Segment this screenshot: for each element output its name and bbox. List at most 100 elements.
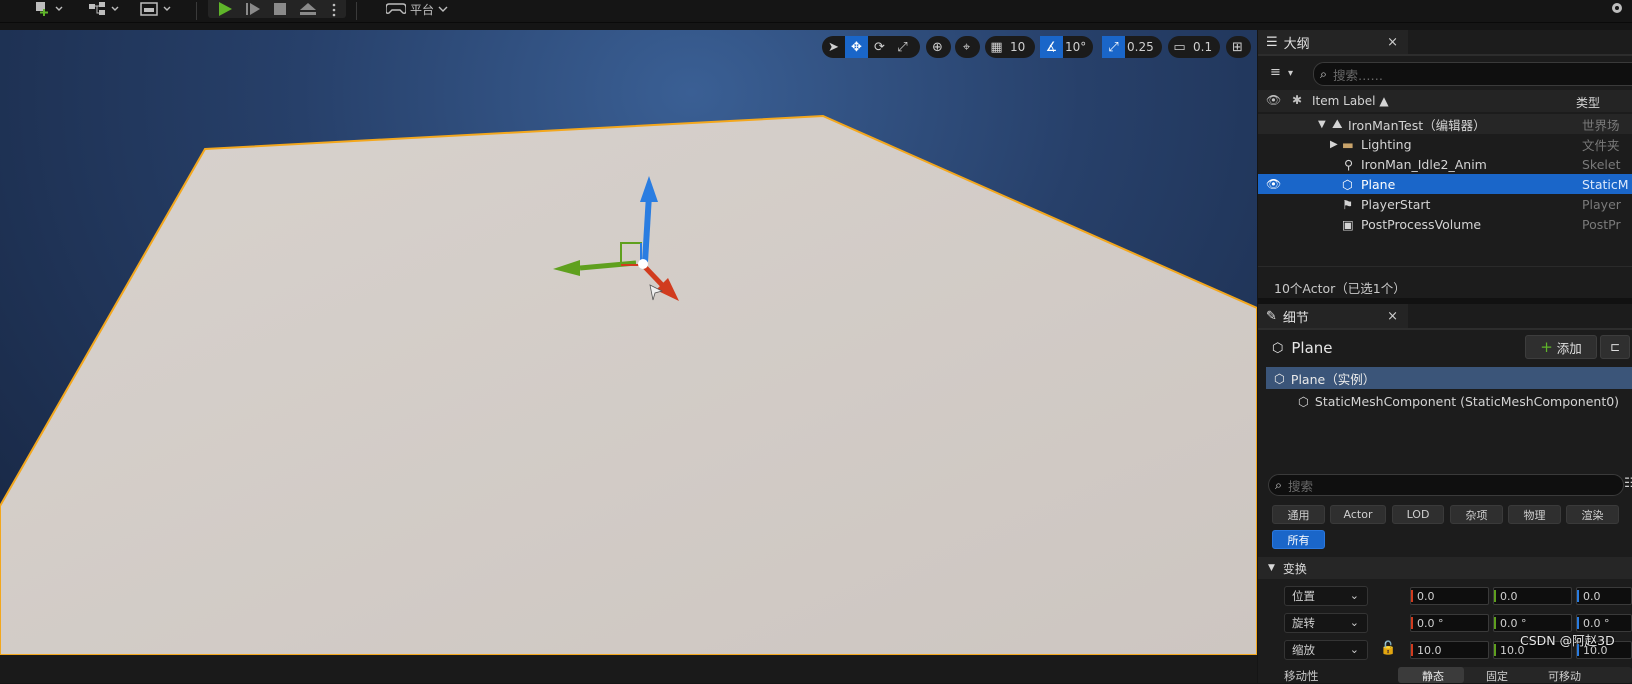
rotation-snap[interactable]: ∡ 10° xyxy=(1040,36,1093,58)
rotation-snap-value: 10° xyxy=(1065,40,1087,54)
mobility-stationary[interactable]: 固定 xyxy=(1486,668,1508,684)
viewport-scene xyxy=(0,114,1257,655)
platform-label: 平台 xyxy=(410,2,435,17)
world-icon: ⛰ xyxy=(1332,116,1343,131)
scale-x: 10.0 xyxy=(1417,643,1442,657)
filter-chip-rendering[interactable]: 渲染 xyxy=(1566,505,1619,524)
mobility-static[interactable]: 静态 xyxy=(1422,668,1444,684)
blueprint-convert-button[interactable]: ⊏ xyxy=(1600,335,1630,359)
camera-speed[interactable]: ▭ 0.1 xyxy=(1168,36,1220,58)
details-search-input[interactable]: ⌕ 搜索 xyxy=(1268,474,1624,496)
location-mode-dropdown[interactable]: 位置 ⌄ xyxy=(1284,586,1368,606)
rotation-z: 0.0 ° xyxy=(1583,616,1610,630)
right-panel: ☰ 大纲 × ≡ ▾ ⌕ 搜索…… 👁 ✱ Item Label ▲ 类型 ▼ … xyxy=(1258,30,1632,683)
scale-snap-value: 0.25 xyxy=(1127,40,1154,54)
row-label: PostProcessVolume xyxy=(1361,216,1482,232)
rotation-x: 0.0 ° xyxy=(1417,616,1444,630)
row-type: PostPr xyxy=(1582,216,1621,232)
location-x-field[interactable]: 0.0 xyxy=(1410,587,1489,605)
platform-icon xyxy=(385,1,407,18)
filter-button[interactable]: ≡ ▾ xyxy=(1270,65,1293,80)
step-icon[interactable] xyxy=(244,0,262,18)
filter-chip-misc[interactable]: 杂项 xyxy=(1450,505,1503,524)
expand-arrow-icon[interactable]: ▶ xyxy=(1330,139,1338,150)
filter-chip-actor[interactable]: Actor xyxy=(1330,505,1386,524)
grid-snap[interactable]: ▦ 10 xyxy=(985,36,1035,58)
transform-tools: ➤ ✥ ⟳ ⤢ xyxy=(822,36,920,58)
tab-outliner[interactable]: ☰ 大纲 × xyxy=(1258,30,1408,54)
location-y-field[interactable]: 0.0 xyxy=(1493,587,1572,605)
level-viewport[interactable]: ➤ ✥ ⟳ ⤢ ⊕ ⌖ ▦ 10 ∡ 10° ⤢ 0.25 ▭ 0.1 ⊞ xyxy=(0,30,1257,655)
viewport-layout[interactable]: ⊞ xyxy=(1226,36,1251,58)
outliner-row[interactable]: ▼ ⛰ IronManTest（编辑器） 世界场 xyxy=(1258,114,1632,134)
blueprint-icon[interactable] xyxy=(88,0,122,18)
section-transform[interactable]: ▼ 变换 xyxy=(1258,557,1632,579)
filter-chip-all[interactable]: 所有 xyxy=(1272,530,1325,549)
scale-snap[interactable]: ⤢ 0.25 xyxy=(1102,36,1162,58)
row-label: Plane xyxy=(1361,176,1396,192)
outliner-row[interactable]: ⚲ IronMan_Idle2_Anim Skelet xyxy=(1258,154,1632,174)
column-type[interactable]: 类型 xyxy=(1576,94,1600,111)
filter-chip-physics[interactable]: 物理 xyxy=(1508,505,1561,524)
close-icon[interactable]: × xyxy=(1387,35,1398,50)
visibility-column-icon: 👁 xyxy=(1266,93,1282,107)
filter-icon: ≡ xyxy=(1270,65,1281,80)
lock-icon[interactable]: 🔓 xyxy=(1380,641,1396,656)
filter-chip-lod[interactable]: LOD xyxy=(1392,505,1444,524)
world-local-toggle[interactable]: ⊕ xyxy=(926,36,951,58)
static-mesh-icon: ⬡ xyxy=(1342,176,1353,192)
row-label: Lighting xyxy=(1361,136,1412,152)
platform-menu[interactable]: 平台 xyxy=(385,0,448,18)
outliner-row[interactable]: ▶ ▬ Lighting 文件夹 xyxy=(1258,134,1632,154)
skeletal-icon: ⚲ xyxy=(1344,156,1354,172)
eject-icon[interactable] xyxy=(298,0,318,18)
main-toolbar: 平台 xyxy=(0,0,1632,23)
outliner-search-input[interactable]: ⌕ 搜索…… xyxy=(1313,62,1632,86)
location-z: 0.0 xyxy=(1583,589,1601,603)
column-item-label[interactable]: Item Label ▲ xyxy=(1312,94,1389,108)
row-type: Player xyxy=(1582,196,1621,212)
rotation-x-field[interactable]: 0.0 ° xyxy=(1410,614,1489,632)
rotation-mode-dropdown[interactable]: 旋转 ⌄ xyxy=(1284,613,1368,633)
location-z-field[interactable]: 0.0 xyxy=(1576,587,1632,605)
collapse-arrow-icon[interactable]: ▼ xyxy=(1318,119,1326,130)
stop-icon[interactable] xyxy=(272,0,288,18)
rotation-label: 旋转 xyxy=(1292,616,1315,630)
plane-mesh xyxy=(0,114,1257,655)
scale-mode-dropdown[interactable]: 缩放 ⌄ xyxy=(1284,640,1368,660)
instance-label: Plane（实例） xyxy=(1290,371,1376,387)
row-type: 文件夹 xyxy=(1582,137,1620,153)
outliner-row-selected[interactable]: 👁 ⬡ Plane StaticM xyxy=(1258,174,1632,194)
chevron-down-icon: ▾ xyxy=(1288,68,1294,79)
move-icon[interactable]: ✥ xyxy=(845,36,868,58)
more-icon[interactable] xyxy=(330,0,338,18)
chevron-down-icon: ⌄ xyxy=(1349,589,1359,602)
viewport-bottom-bar xyxy=(0,655,1257,683)
details-title: 细节 xyxy=(1282,310,1309,326)
table-view-icon[interactable]: ☷ xyxy=(1624,476,1632,491)
add-component-button[interactable]: + 添加 xyxy=(1525,335,1597,359)
play-icon[interactable] xyxy=(216,0,234,18)
cinematics-icon[interactable] xyxy=(140,0,174,18)
rotate-icon[interactable]: ⟳ xyxy=(868,36,891,58)
location-x: 0.0 xyxy=(1417,589,1435,603)
add-actor-icon[interactable] xyxy=(34,0,64,18)
scale-x-field[interactable]: 10.0 xyxy=(1410,641,1489,659)
outliner-row[interactable]: ⚑ PlayerStart Player xyxy=(1258,194,1632,214)
outliner-row[interactable]: ▣ PostProcessVolume PostPr xyxy=(1258,214,1632,234)
search-icon: ⌕ xyxy=(1275,477,1283,492)
surface-snap-toggle[interactable]: ⌖ xyxy=(955,36,980,58)
filter-chip-general[interactable]: 通用 xyxy=(1272,505,1325,524)
component-instance-row[interactable]: ⬡ Plane（实例） xyxy=(1266,367,1632,389)
mobility-movable[interactable]: 可移动 xyxy=(1548,668,1581,684)
component-row[interactable]: ⬡ StaticMeshComponent (StaticMeshCompone… xyxy=(1266,390,1632,412)
settings-icon[interactable] xyxy=(1609,0,1625,18)
chevron-down-icon xyxy=(438,2,448,16)
select-icon[interactable]: ➤ xyxy=(822,36,845,58)
scale-icon[interactable]: ⤢ xyxy=(891,36,914,58)
close-icon[interactable]: × xyxy=(1387,309,1398,324)
post-process-icon: ▣ xyxy=(1342,216,1354,232)
tab-details[interactable]: ✎ 细节 × xyxy=(1258,304,1408,328)
eye-icon[interactable]: 👁 xyxy=(1266,177,1281,191)
pin-column-icon: ✱ xyxy=(1292,93,1303,107)
